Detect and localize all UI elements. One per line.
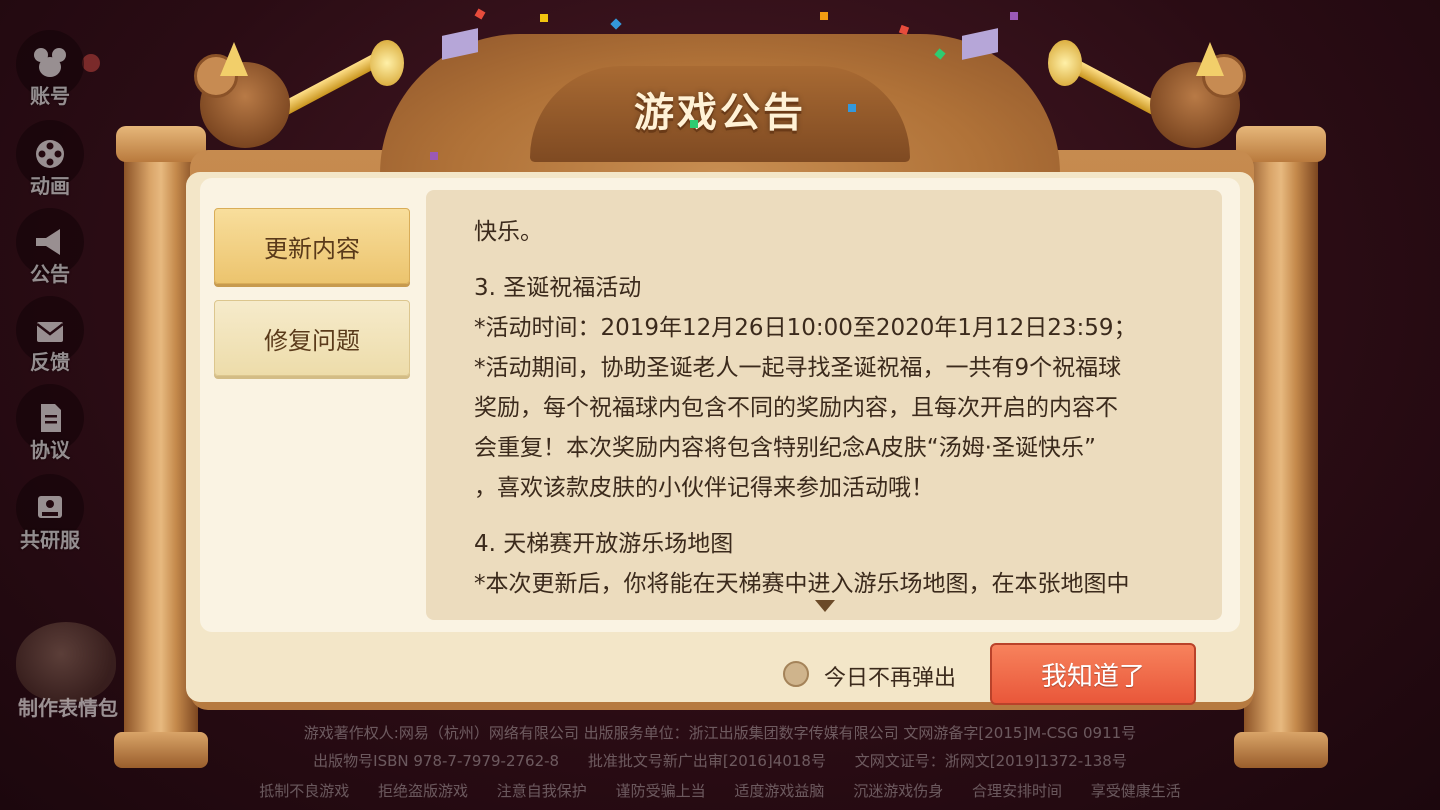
sidebar-item-label: 公告 (30, 262, 70, 286)
footer-item: 文网文证号：浙网文[2019]1372-138号 (854, 752, 1127, 770)
tab-update-content[interactable]: 更新内容 (214, 208, 410, 284)
trumpet-bell-icon (1048, 40, 1082, 86)
dialog-title: 游戏公告 (634, 90, 806, 136)
confetti-icon (848, 104, 856, 112)
content-line: *活动期间，协助圣诞老人一起寻找圣诞祝福，一共有9个祝福球 (474, 355, 1122, 381)
confirm-button[interactable]: 我知道了 (990, 643, 1196, 705)
tab-label: 修复问题 (264, 326, 360, 355)
content-line: 会重复！本次奖励内容将包含特别纪念A皮肤“汤姆·圣诞快乐” (474, 435, 1096, 461)
footer-health-advice: 抵制不良游戏 拒绝盗版游戏 注意自我保护 谨防受骗上当 适度游戏益脑 沉迷游戏伤… (0, 780, 1440, 801)
sidebar-item-account[interactable]: 账号 (14, 30, 86, 110)
sidebar-item-feedback[interactable]: 反馈 (14, 296, 86, 376)
sidebar-item-test-server[interactable]: 共研服 (14, 474, 86, 554)
confetti-icon (610, 18, 622, 30)
footer-item: 合理安排时间 (971, 782, 1062, 800)
confetti-icon (474, 8, 486, 20)
footer-item: 享受健康生活 (1090, 782, 1181, 800)
footer-copyright: 游戏著作权人:网易（杭州）网络有限公司 出版服务单位：浙江出版集团数字传媒有限公… (0, 722, 1440, 743)
content-line: 奖励，每个祝福球内包含不同的奖励内容，且每次开启的内容不 (474, 395, 1118, 421)
party-hat-icon (1196, 42, 1224, 76)
announcement-content[interactable]: 快乐。 3. 圣诞祝福活动 *活动时间：2019年12月26日10:00至202… (426, 190, 1222, 620)
tab-bug-fixes[interactable]: 修复问题 (214, 300, 410, 376)
content-line: 快乐。 (474, 219, 543, 245)
dont-show-today-checkbox[interactable] (783, 661, 809, 687)
footer-item: 批准批文号新广出审[2016]4018号 (587, 752, 826, 770)
footer-item: 注意自我保护 (496, 782, 587, 800)
make-meme-button[interactable]: 制作表情包 (14, 622, 134, 722)
content-line: *本次更新后，你将能在天梯赛中进入游乐场地图，在本张地图中 (474, 571, 1130, 597)
content-line: ，喜欢该款皮肤的小伙伴记得来参加活动哦！ (474, 475, 934, 501)
footer-item: 出版物号ISBN 978-7-7979-2762-8 (313, 752, 560, 770)
sidebar-item-label: 共研服 (20, 528, 80, 552)
section-heading: 4. 天梯赛开放游乐场地图 (474, 531, 734, 557)
footer-item: 谨防受骗上当 (615, 782, 706, 800)
sidebar-item-animation[interactable]: 动画 (14, 120, 86, 200)
footer-item: 适度游戏益脑 (734, 782, 825, 800)
confirm-button-label: 我知道了 (1040, 661, 1145, 692)
sidebar-item-label: 动画 (30, 174, 70, 198)
trumpet-bell-icon (370, 40, 404, 86)
footer-item: 拒绝盗版游戏 (378, 782, 469, 800)
confetti-icon (690, 120, 698, 128)
footer-line: 游戏著作权人:网易（杭州）网络有限公司 出版服务单位：浙江出版集团数字传媒有限公… (303, 724, 1137, 742)
make-meme-label: 制作表情包 (18, 696, 118, 720)
jerry-mouse-icon (1150, 54, 1246, 148)
footer-license: 出版物号ISBN 978-7-7979-2762-8 批准批文号新广出审[201… (0, 750, 1440, 771)
dont-show-today-label[interactable]: 今日不再弹出 (824, 660, 956, 692)
scroll-down-icon[interactable] (815, 600, 835, 612)
confetti-icon (430, 152, 438, 160)
confetti-icon (1010, 12, 1018, 20)
confetti-icon (540, 14, 548, 22)
section-heading: 3. 圣诞祝福活动 (474, 275, 642, 301)
footer-item: 沉迷游戏伤身 (853, 782, 944, 800)
sidebar-item-label: 反馈 (30, 350, 70, 374)
sidebar-item-label: 账号 (30, 84, 70, 108)
confetti-icon (820, 12, 828, 20)
sidebar-item-announcement[interactable]: 公告 (14, 208, 86, 288)
announcement-text: 快乐。 3. 圣诞祝福活动 *活动时间：2019年12月26日10:00至202… (474, 212, 1204, 604)
sidebar-item-agreement[interactable]: 协议 (14, 384, 86, 464)
tom-cat-icon (16, 622, 116, 702)
tab-label: 更新内容 (264, 234, 360, 263)
sidebar-item-label: 协议 (30, 438, 70, 462)
party-hat-icon (220, 42, 248, 76)
right-pillar (1234, 126, 1328, 768)
footer-item: 抵制不良游戏 (259, 782, 350, 800)
content-line: *活动时间：2019年12月26日10:00至2020年1月12日23:59； (474, 315, 1137, 341)
